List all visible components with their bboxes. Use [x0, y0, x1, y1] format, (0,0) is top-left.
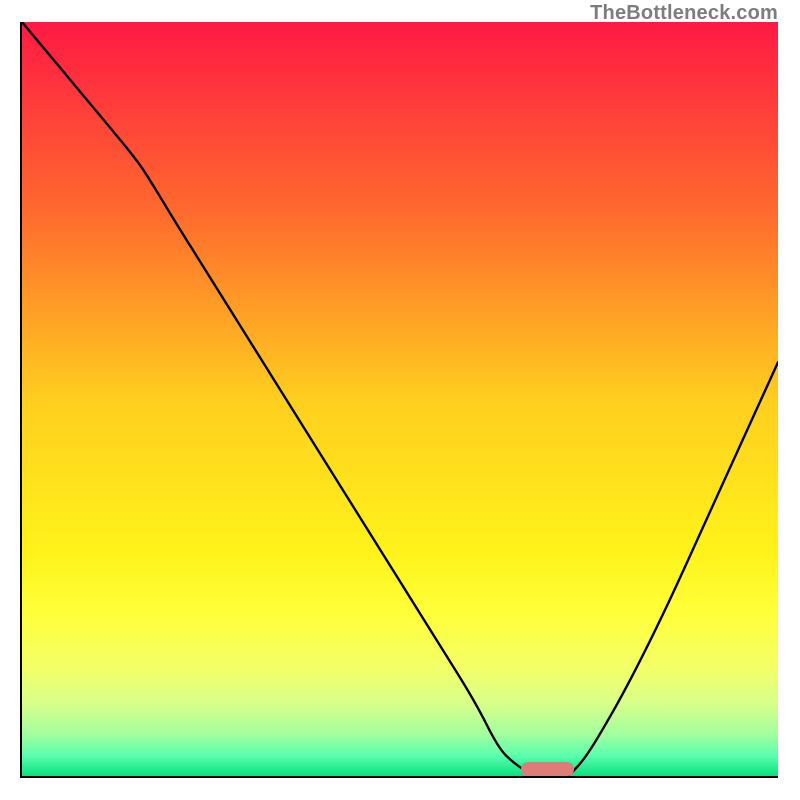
- optimal-zone-marker: [521, 762, 574, 776]
- axis-x: [22, 776, 778, 778]
- bottleneck-curve: [22, 22, 778, 778]
- axis-y: [20, 22, 22, 778]
- curve-svg: [22, 22, 778, 778]
- chart-wrap: TheBottleneck.com: [0, 0, 800, 800]
- plot-area: [22, 22, 778, 778]
